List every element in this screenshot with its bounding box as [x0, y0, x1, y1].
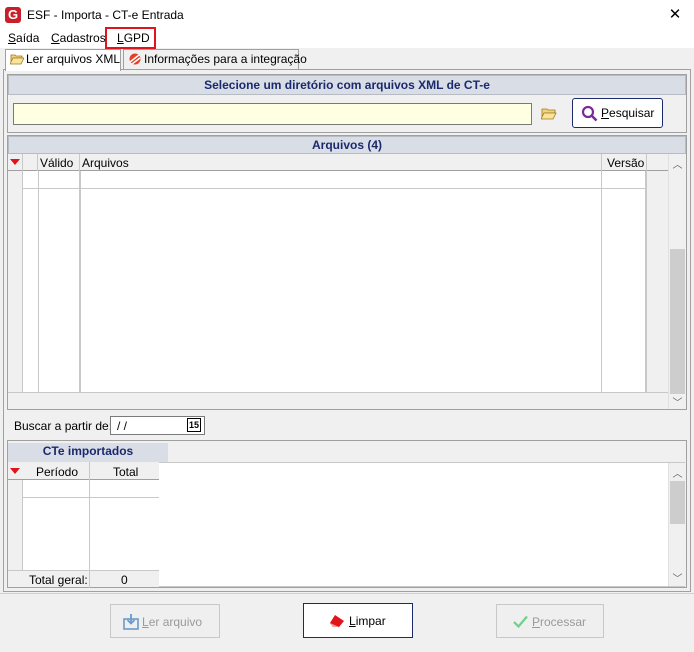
imported-vertical-scrollbar[interactable]: ︿ ﹀	[668, 463, 685, 586]
scroll-thumb[interactable]	[670, 481, 685, 524]
files-horizontal-scrollbar[interactable]	[8, 392, 668, 409]
magnifier-icon	[581, 105, 598, 122]
title-bar: G ESF - Importa - CT-e Entrada ✕	[0, 0, 694, 30]
date-filter-input[interactable]: / / 15	[110, 416, 205, 435]
column-header-arquivos[interactable]: Arquivos	[82, 156, 129, 170]
table-row[interactable]	[23, 171, 646, 189]
files-vertical-scrollbar[interactable]: ︿ ﹀	[668, 154, 685, 409]
lgpd-highlight-box	[105, 27, 156, 49]
menu-saida[interactable]: Saída	[8, 30, 39, 48]
tab-ler-arquivos-xml[interactable]: Ler arquivos XML	[5, 49, 121, 71]
download-icon	[123, 614, 139, 630]
integration-icon	[129, 53, 141, 65]
read-file-button[interactable]: Ler arquivo	[110, 604, 220, 638]
app-logo-icon: G	[5, 7, 21, 23]
folder-open-icon	[10, 54, 24, 65]
grid-divider	[646, 154, 647, 392]
eraser-icon	[330, 615, 344, 627]
scroll-up-icon[interactable]: ︿	[669, 465, 686, 480]
grid-cell-area	[80, 171, 601, 392]
scroll-down-icon[interactable]: ﹀	[669, 570, 686, 585]
search-button[interactable]: Pesquisar	[572, 98, 663, 128]
directory-path-input[interactable]	[13, 103, 532, 125]
scroll-up-icon[interactable]: ︿	[669, 156, 686, 171]
grid-cell-area	[23, 171, 38, 392]
imported-header: CTe importados	[8, 443, 168, 462]
grid-divider	[89, 462, 90, 570]
table-row[interactable]	[22, 480, 159, 498]
sort-indicator-icon	[10, 159, 20, 165]
column-header-versao[interactable]: Versão	[607, 156, 644, 170]
row-indicator-column	[8, 171, 22, 392]
close-button[interactable]: ✕	[660, 3, 690, 27]
scroll-thumb[interactable]	[670, 249, 685, 394]
grid-cell-area	[38, 171, 79, 392]
column-header-total[interactable]: Total	[113, 465, 138, 479]
total-geral-value: 0	[121, 573, 128, 587]
files-header: Arquivos (4)	[8, 136, 686, 154]
imported-footer: Total geral: 0	[8, 570, 159, 588]
checkmark-icon	[513, 615, 528, 628]
grid-divider	[89, 571, 90, 588]
tab-informacoes-integracao[interactable]: Informações para a integração	[123, 49, 307, 70]
directory-header: Selecione um diretório com arquivos XML …	[8, 75, 686, 95]
column-header-valido[interactable]: Válido	[40, 156, 73, 170]
process-button[interactable]: Processar	[496, 604, 604, 638]
folder-browse-icon[interactable]	[541, 107, 557, 120]
menu-cadastros[interactable]: Cadastros	[51, 30, 106, 48]
grid-cell-area	[601, 171, 646, 392]
column-header-periodo[interactable]: Período	[36, 465, 78, 479]
scroll-down-icon[interactable]: ﹀	[669, 394, 686, 409]
window-title: ESF - Importa - CT-e Entrada	[27, 8, 184, 22]
calendar-icon[interactable]: 15	[187, 418, 201, 432]
total-geral-label: Total geral:	[29, 573, 88, 587]
sort-indicator-icon	[10, 468, 20, 474]
clear-button[interactable]: Limpar	[303, 603, 413, 638]
imported-grid[interactable]: Período Total Total geral: 0	[8, 462, 159, 588]
date-filter-label: Buscar a partir de:	[14, 419, 113, 433]
